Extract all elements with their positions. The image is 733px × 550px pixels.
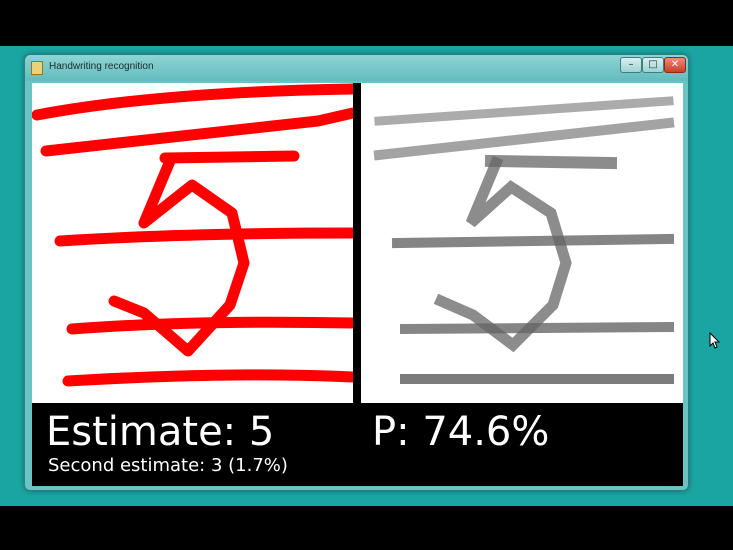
maximize-button[interactable]: □ (642, 57, 664, 73)
window-title: Handwriting recognition (49, 61, 154, 72)
stroke-line-5 (62, 369, 359, 387)
app-window: Handwriting recognition – □ ✕ Estimate: … (24, 54, 689, 491)
minimize-button[interactable]: – (620, 57, 642, 73)
stroke-line-4 (66, 316, 359, 335)
pixelated-preview (373, 96, 675, 384)
stroke-line-2 (40, 107, 359, 157)
stroke-digit-top (159, 150, 300, 164)
probability-label: P: 74.6% (372, 409, 550, 455)
client-area: Estimate: 5 P: 74.6% Second estimate: 3 … (32, 83, 683, 486)
estimate-label: Estimate: 5 (46, 409, 275, 455)
drawing-canvas[interactable] (32, 83, 359, 403)
stroke-line-3 (54, 227, 359, 247)
stroke-line-1 (32, 83, 359, 121)
app-icon (31, 61, 43, 75)
drawn-strokes (32, 83, 359, 387)
second-estimate-label: Second estimate: 3 (1.7%) (48, 455, 288, 476)
close-button[interactable]: ✕ (664, 57, 686, 73)
preview-canvas (361, 83, 683, 403)
title-bar[interactable]: Handwriting recognition – □ ✕ (25, 55, 688, 81)
